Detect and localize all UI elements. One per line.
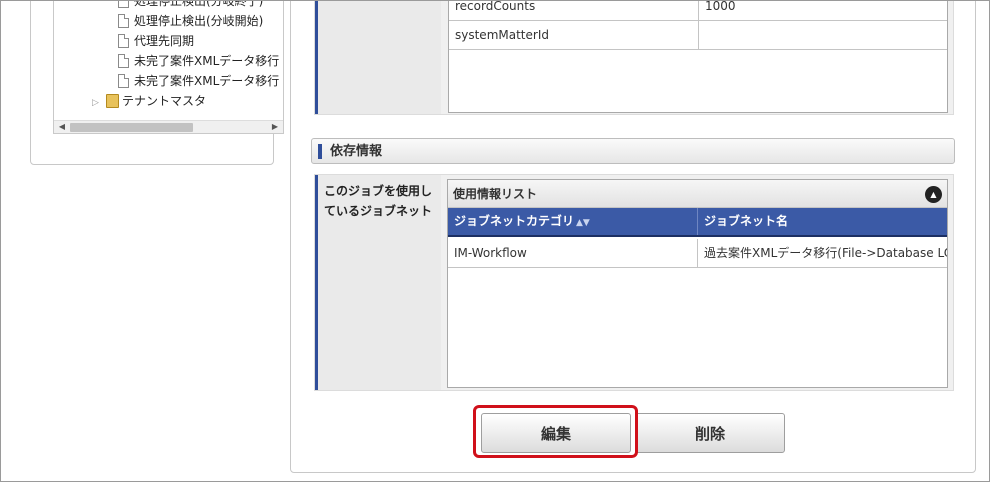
dependency-section-header: 依存情報 xyxy=(311,138,955,164)
edit-button[interactable]: 編集 xyxy=(481,413,631,453)
expand-arrow-icon[interactable]: ▷ xyxy=(92,93,102,113)
parameter-name: recordCounts xyxy=(449,0,699,20)
scroll-left-icon[interactable]: ◀ xyxy=(54,121,70,133)
scroll-right-icon[interactable]: ▶ xyxy=(267,121,283,133)
scrollbar-thumb[interactable] xyxy=(70,123,193,132)
document-icon xyxy=(118,0,129,8)
usage-list-caption: 使用情報リスト ▲ xyxy=(448,180,947,208)
tree-item[interactable]: 処理停止検出(分岐終了) xyxy=(118,0,263,11)
collapse-up-icon[interactable]: ▲ xyxy=(925,186,942,203)
document-icon xyxy=(118,54,129,68)
parameter-value xyxy=(699,21,947,49)
tree-item-label: 代理先同期 xyxy=(134,34,195,48)
parameter-label-cell xyxy=(315,0,441,114)
column-header-jobnet-name[interactable]: ジョブネット名 xyxy=(698,208,947,235)
tree-folder[interactable]: ▷ テナントマスタ xyxy=(92,91,206,111)
job-tree-panel: 処理停止検出(分岐終了) 処理停止検出(分岐開始) 代理先同期 未完了案件XML… xyxy=(30,0,284,165)
usage-list-header: ジョブネットカテゴリ ▲▼ ジョブネット名 xyxy=(448,208,947,237)
document-icon xyxy=(118,74,129,88)
tree-item[interactable]: 未完了案件XMLデータ移行 xyxy=(118,71,279,91)
parameter-row: recordCounts 1000 xyxy=(449,0,947,21)
tree-item[interactable]: 未完了案件XMLデータ移行 xyxy=(118,51,279,71)
parameter-value: 1000 xyxy=(705,0,736,13)
folder-icon xyxy=(106,94,119,108)
tree-item-label: 処理停止検出(分岐終了) xyxy=(134,0,264,8)
tree-item[interactable]: 処理停止検出(分岐開始) xyxy=(118,11,263,31)
dependency-label-text: このジョブを使用しているジョブネット xyxy=(324,184,433,218)
job-tree: 処理停止検出(分岐終了) 処理停止検出(分岐開始) 代理先同期 未完了案件XML… xyxy=(53,0,284,134)
jobnet-category-cell: IM-Workflow xyxy=(448,239,698,267)
section-marker xyxy=(318,144,322,159)
usage-list: 使用情報リスト ▲ ジョブネットカテゴリ ▲▼ ジョブネット名 IM-Workfl… xyxy=(447,179,948,388)
document-icon xyxy=(118,14,129,28)
delete-button[interactable]: 削除 xyxy=(635,413,785,453)
dependency-block: このジョブを使用しているジョブネット 使用情報リスト ▲ ジョブネットカテゴリ ▲… xyxy=(314,174,954,391)
column-header-category[interactable]: ジョブネットカテゴリ ▲▼ xyxy=(448,208,698,235)
parameter-row: systemMatterId xyxy=(449,21,947,50)
tree-item-label: 未完了案件XMLデータ移行 xyxy=(134,74,280,88)
column-header-label: ジョブネット名 xyxy=(704,214,789,228)
parameter-grid: recordCounts 1000 systemMatterId xyxy=(448,0,948,113)
dependency-label: このジョブを使用しているジョブネット xyxy=(315,175,441,390)
column-header-label: ジョブネットカテゴリ xyxy=(454,214,575,228)
horizontal-scrollbar[interactable]: ◀ ▶ xyxy=(54,120,283,133)
section-title: 依存情報 xyxy=(330,144,383,159)
tree-folder-label: テナントマスタ xyxy=(122,94,207,108)
tree-item-label: 処理停止検出(分岐開始) xyxy=(134,14,264,28)
parameter-block: recordCounts 1000 systemMatterId xyxy=(314,0,954,115)
document-icon xyxy=(118,34,129,48)
sort-icon[interactable]: ▲▼ xyxy=(576,218,590,228)
usage-list-title: 使用情報リスト xyxy=(453,187,538,201)
parameter-name: systemMatterId xyxy=(449,21,699,49)
table-row[interactable]: IM-Workflow 過去案件XMLデータ移行(File->Database … xyxy=(448,239,947,268)
tree-item[interactable]: 代理先同期 xyxy=(118,31,194,51)
jobnet-name-cell: 過去案件XMLデータ移行(File->Database LOB xyxy=(704,246,947,260)
tree-item-label: 未完了案件XMLデータ移行 xyxy=(134,54,280,68)
